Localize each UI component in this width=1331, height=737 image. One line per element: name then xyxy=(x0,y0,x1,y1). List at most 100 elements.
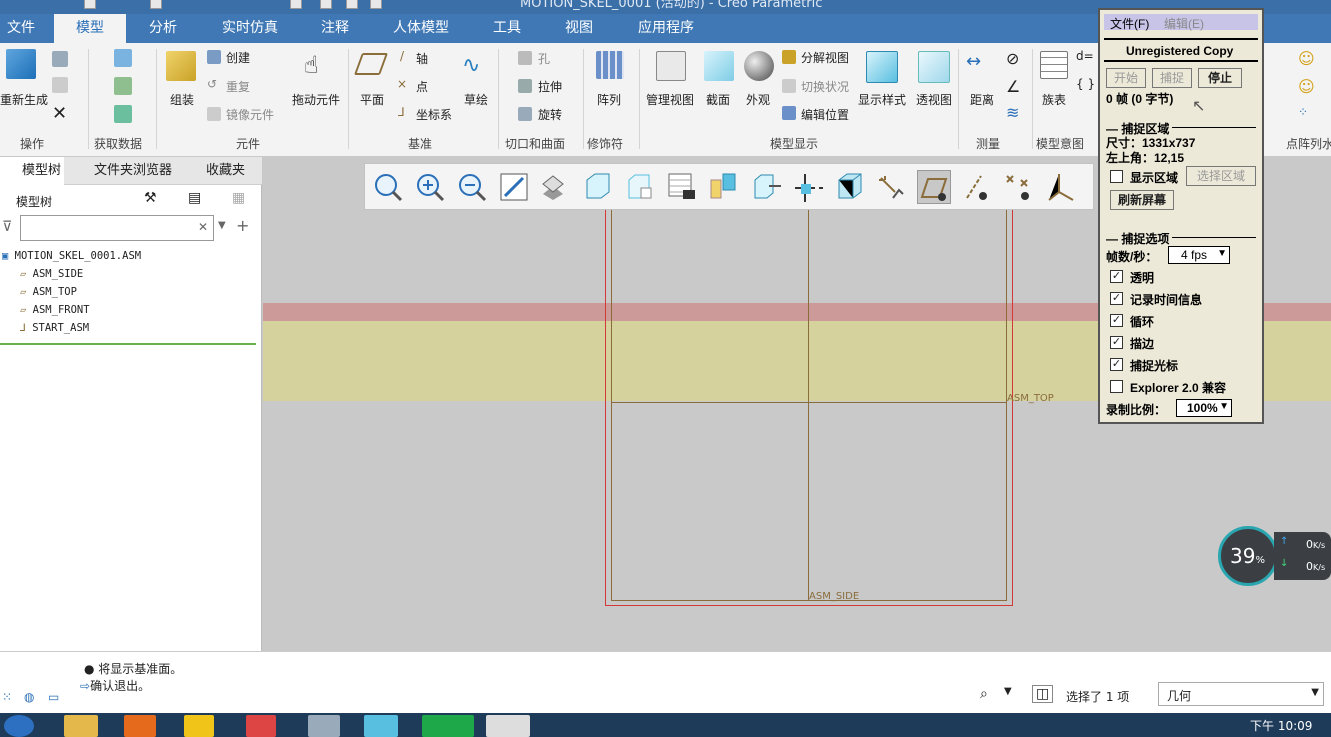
parameters-icon[interactable]: { } xyxy=(1076,77,1095,91)
window-icon[interactable] xyxy=(346,0,358,9)
menu-tools[interactable]: 工具 xyxy=(480,14,534,43)
selected-items-icon[interactable]: ◫ xyxy=(1032,685,1054,703)
capture-cursor-checkbox[interactable]: ✓ xyxy=(1110,358,1123,371)
group-modifiers[interactable]: 修饰符 xyxy=(587,135,623,152)
menu-analysis[interactable]: 分析 xyxy=(136,14,190,43)
section-button[interactable]: 截面 xyxy=(706,91,730,108)
refresh-screen-button[interactable]: 刷新屏幕 xyxy=(1110,190,1174,210)
select-area-button[interactable]: 选择区域 xyxy=(1186,166,1256,186)
zoom-out-icon[interactable] xyxy=(455,170,489,204)
close-window-icon[interactable] xyxy=(370,0,382,9)
explode-view-button[interactable]: 分解视图 xyxy=(801,49,849,66)
columns-icon[interactable]: ▦ xyxy=(232,190,245,206)
scale-select[interactable]: 100% ▼ xyxy=(1176,399,1232,417)
new-icon[interactable] xyxy=(84,0,96,9)
stop-button[interactable]: 停止 xyxy=(1198,68,1242,88)
appearance-button[interactable]: 外观 xyxy=(746,91,770,108)
plane-display-icon[interactable] xyxy=(917,170,951,204)
capture-menu-edit[interactable]: 编辑(E) xyxy=(1164,15,1204,32)
transparent-checkbox[interactable]: ✓ xyxy=(1110,270,1123,283)
selection-filter[interactable]: 几何 ▼ xyxy=(1158,682,1324,706)
outline-checkbox[interactable]: ✓ xyxy=(1110,336,1123,349)
explorer-icon[interactable] xyxy=(64,715,98,737)
repeat-button[interactable]: 重复 xyxy=(226,78,250,95)
browser-icon[interactable]: ◍ xyxy=(24,690,34,704)
delete-icon[interactable]: ✕ xyxy=(52,103,67,124)
loop-checkbox[interactable]: ✓ xyxy=(1110,314,1123,327)
save-icon[interactable] xyxy=(290,0,302,9)
group-model-display[interactable]: 模型显示 xyxy=(770,135,818,152)
hole-button[interactable]: 孔 xyxy=(538,50,550,67)
group-get-data[interactable]: 获取数据 xyxy=(94,135,142,152)
app-icon[interactable] xyxy=(124,715,156,737)
toggle-status-button[interactable]: 切换状况 xyxy=(801,78,849,95)
group-measure[interactable]: 测量 xyxy=(976,135,1000,152)
tab-model-tree[interactable]: 模型树 xyxy=(0,157,64,185)
add-filter-icon[interactable]: + xyxy=(236,216,249,235)
smiley-icon[interactable]: ☺ xyxy=(1298,49,1315,68)
find-icon[interactable]: ⌕ xyxy=(980,686,988,702)
diameter-icon[interactable]: ⊘ xyxy=(1006,49,1019,68)
plane-button[interactable]: 平面 xyxy=(360,91,384,108)
fullscreen-icon[interactable]: ▭ xyxy=(48,690,59,704)
search-input[interactable] xyxy=(20,215,214,241)
orient-icon[interactable] xyxy=(749,170,783,204)
start-button[interactable] xyxy=(4,715,34,737)
clock[interactable]: 下午 10:09 xyxy=(1250,717,1312,734)
shaded-edges-icon[interactable] xyxy=(833,170,867,204)
capture-menu-file[interactable]: 文件(F) xyxy=(1110,15,1149,32)
clear-search-icon[interactable]: ✕ xyxy=(198,220,208,234)
menu-view[interactable]: 视图 xyxy=(552,14,606,43)
relations-icon[interactable]: d= xyxy=(1076,49,1094,63)
zoom-in-icon[interactable] xyxy=(413,170,447,204)
layers-icon[interactable] xyxy=(707,170,741,204)
display-style-button[interactable]: 显示样式 xyxy=(858,91,906,108)
tree-item-asm-front[interactable]: ▱ ASM_FRONT xyxy=(20,304,90,316)
axis-display-icon[interactable] xyxy=(959,170,993,204)
app-icon[interactable] xyxy=(422,715,474,737)
show-icon[interactable]: ▤ xyxy=(188,190,201,206)
app-icon[interactable] xyxy=(184,715,214,737)
sketch-button[interactable]: 草绘 xyxy=(464,91,488,108)
open-icon[interactable] xyxy=(150,0,162,9)
spin-center-icon[interactable] xyxy=(791,170,825,204)
manage-views-button[interactable]: 管理视图 xyxy=(646,91,694,108)
mirror-button[interactable]: 镜像元件 xyxy=(226,106,274,123)
tree-item-root[interactable]: ▣ MOTION_SKEL_0001.ASM xyxy=(2,250,141,262)
tree-settings-icon[interactable]: ⚒ xyxy=(144,190,157,206)
distance-button[interactable]: 距离 xyxy=(970,91,994,108)
group-model-intent[interactable]: 模型意图 xyxy=(1036,135,1084,152)
explorer-compat-checkbox[interactable] xyxy=(1110,380,1123,393)
tab-favorites[interactable]: 收藏夹 xyxy=(184,157,260,185)
user-defined-feature-icon[interactable] xyxy=(114,49,132,67)
csys-display-icon[interactable] xyxy=(1043,170,1077,204)
pattern-button[interactable]: 阵列 xyxy=(597,91,621,108)
group-component[interactable]: 元件 xyxy=(236,135,260,152)
network-monitor[interactable]: 39% ↑ 0K/s ↓ 0K/s xyxy=(1218,526,1331,586)
start-button[interactable]: 开始 xyxy=(1106,68,1146,88)
find-dropdown-icon[interactable]: ▼ xyxy=(1004,686,1012,697)
view-manager-icon[interactable] xyxy=(623,170,657,204)
edit-position-button[interactable]: 编辑位置 xyxy=(801,106,849,123)
grid-icon[interactable]: ⁙ xyxy=(2,690,12,704)
timestamp-checkbox[interactable]: ✓ xyxy=(1110,292,1123,305)
perspective-button[interactable]: 透视图 xyxy=(916,91,952,108)
refit-icon[interactable] xyxy=(371,170,405,204)
paste-icon[interactable] xyxy=(52,77,68,93)
display-style-icon[interactable] xyxy=(539,170,573,204)
shrinkwrap-icon[interactable] xyxy=(114,105,132,123)
datum-display-filter-icon[interactable] xyxy=(875,170,909,204)
filter-icon[interactable]: ⊽ xyxy=(2,219,12,235)
group-point-pattern[interactable]: 点阵列水 xyxy=(1286,135,1331,152)
capture-button[interactable]: 捕捉 xyxy=(1152,68,1192,88)
regen-quick-icon[interactable] xyxy=(320,0,332,9)
show-area-checkbox[interactable] xyxy=(1110,170,1123,183)
axis-button[interactable]: 轴 xyxy=(416,50,428,67)
length-icon[interactable]: ≋ xyxy=(1006,103,1019,122)
create-button[interactable]: 创建 xyxy=(226,49,250,66)
selection-count[interactable]: 选择了 1 项 xyxy=(1066,688,1129,705)
capture-app-icon[interactable] xyxy=(486,715,530,737)
saved-orientations-icon[interactable] xyxy=(581,170,615,204)
manage-views-icon[interactable] xyxy=(665,170,699,204)
app-icon[interactable] xyxy=(246,715,276,737)
